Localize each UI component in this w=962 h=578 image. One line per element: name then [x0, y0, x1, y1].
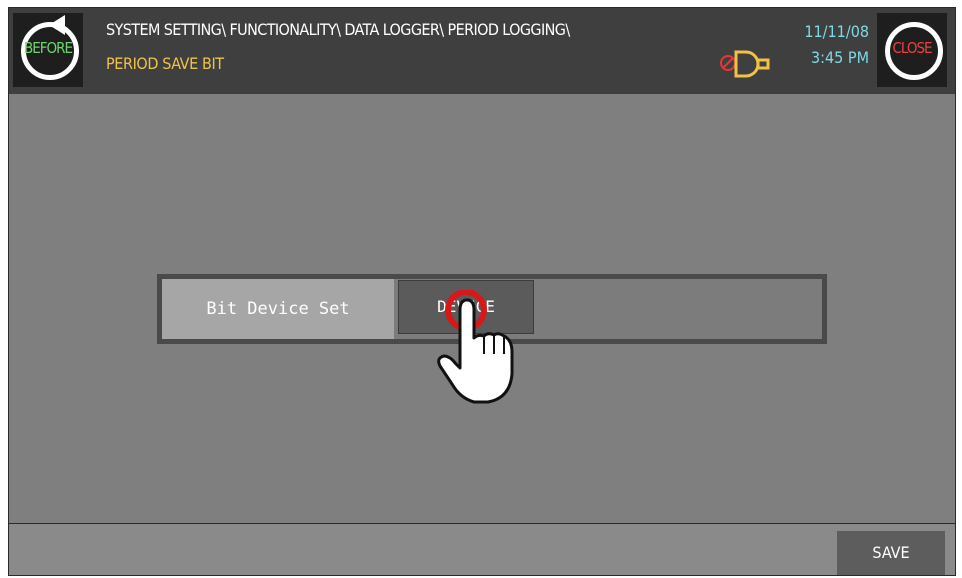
header-bar: BEFORE SYSTEM SETTING\ FUNCTIONALITY\ DA…: [9, 8, 955, 94]
hand-pointer-icon: [437, 290, 514, 404]
back-arrow-icon: [49, 15, 65, 35]
save-button[interactable]: SAVE: [837, 531, 945, 575]
screen: BEFORE SYSTEM SETTING\ FUNCTIONALITY\ DA…: [8, 7, 956, 576]
buzzer-off-icon: [720, 50, 770, 78]
before-label: BEFORE: [23, 39, 73, 57]
close-label: CLOSE: [892, 39, 932, 57]
page-title: PERIOD SAVE BIT: [106, 54, 224, 73]
bit-device-set-label: Bit Device Set: [162, 279, 394, 339]
close-button[interactable]: CLOSE: [877, 13, 947, 87]
date-display: 11/11/08: [804, 22, 869, 41]
time-display: 3:45 PM: [811, 48, 869, 67]
footer-bar: SAVE: [9, 523, 955, 575]
before-button[interactable]: BEFORE: [13, 13, 83, 87]
breadcrumb-path: SYSTEM SETTING\ FUNCTIONALITY\ DATA LOGG…: [106, 20, 570, 39]
